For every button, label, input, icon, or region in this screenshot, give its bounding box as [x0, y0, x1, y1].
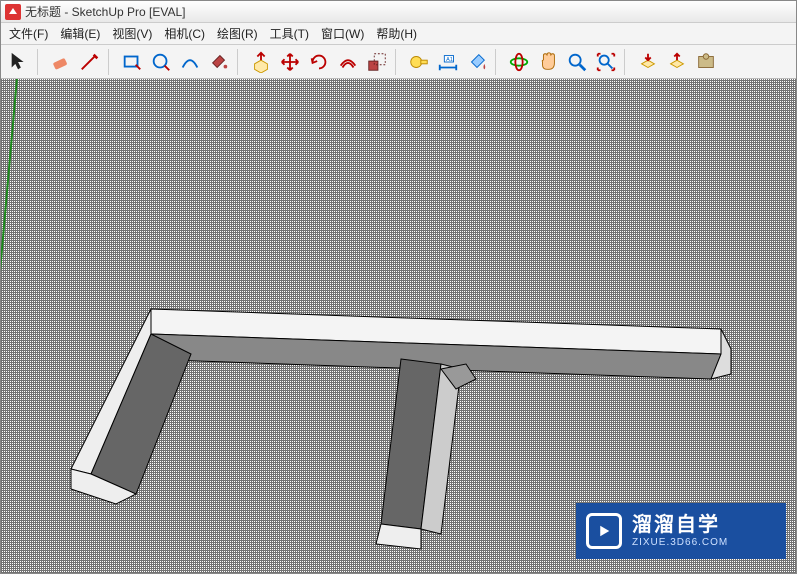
orbit-tool[interactable]: [505, 48, 533, 76]
app-icon: [5, 4, 21, 20]
menu-tools[interactable]: 工具(T): [264, 23, 315, 44]
pushpull-tool[interactable]: [247, 48, 275, 76]
dimension-tool[interactable]: A1: [434, 48, 462, 76]
toolbar: A1: [1, 45, 796, 79]
circle-tool[interactable]: [147, 48, 175, 76]
eraser-tool[interactable]: [47, 48, 75, 76]
watermark: 溜溜自学 ZIXUE.3D66.COM: [576, 503, 786, 559]
window-title: 无标题 - SketchUp Pro [EVAL]: [25, 3, 186, 20]
toolbar-separator: [624, 49, 630, 75]
toolbar-separator: [395, 49, 401, 75]
watermark-url: ZIXUE.3D66.COM: [632, 537, 728, 549]
rectangle-tool[interactable]: [118, 48, 146, 76]
scale-tool[interactable]: [363, 48, 391, 76]
arc-tool[interactable]: [176, 48, 204, 76]
watermark-title: 溜溜自学: [632, 513, 728, 537]
toolbar-separator: [108, 49, 114, 75]
menubar: 文件(F) 编辑(E) 视图(V) 相机(C) 绘图(R) 工具(T) 窗口(W…: [1, 23, 796, 45]
tape-tool[interactable]: [405, 48, 433, 76]
pan-tool[interactable]: [534, 48, 562, 76]
rotate-tool[interactable]: [305, 48, 333, 76]
menu-edit[interactable]: 编辑(E): [54, 23, 106, 44]
offset-tool[interactable]: [334, 48, 362, 76]
extension-tool[interactable]: [692, 48, 720, 76]
play-icon: [586, 513, 622, 549]
menu-draw[interactable]: 绘图(R): [211, 23, 264, 44]
toolbar-separator: [37, 49, 43, 75]
menu-file[interactable]: 文件(F): [3, 23, 54, 44]
paintbucket-tool[interactable]: [463, 48, 491, 76]
paint-tool[interactable]: [205, 48, 233, 76]
share-model-tool[interactable]: [663, 48, 691, 76]
menu-window[interactable]: 窗口(W): [315, 23, 370, 44]
get-models-tool[interactable]: [634, 48, 662, 76]
menu-help[interactable]: 帮助(H): [370, 23, 423, 44]
menu-camera[interactable]: 相机(C): [158, 23, 211, 44]
titlebar: 无标题 - SketchUp Pro [EVAL]: [1, 1, 796, 23]
toolbar-separator: [495, 49, 501, 75]
svg-text:A1: A1: [446, 57, 453, 63]
menu-view[interactable]: 视图(V): [106, 23, 158, 44]
zoom-tool[interactable]: [563, 48, 591, 76]
toolbar-separator: [237, 49, 243, 75]
zoom-extents-tool[interactable]: [592, 48, 620, 76]
move-tool[interactable]: [276, 48, 304, 76]
watermark-text: 溜溜自学 ZIXUE.3D66.COM: [632, 513, 728, 549]
line-tool[interactable]: [76, 48, 104, 76]
viewport[interactable]: 溜溜自学 ZIXUE.3D66.COM: [1, 79, 796, 573]
select-tool[interactable]: [5, 48, 33, 76]
